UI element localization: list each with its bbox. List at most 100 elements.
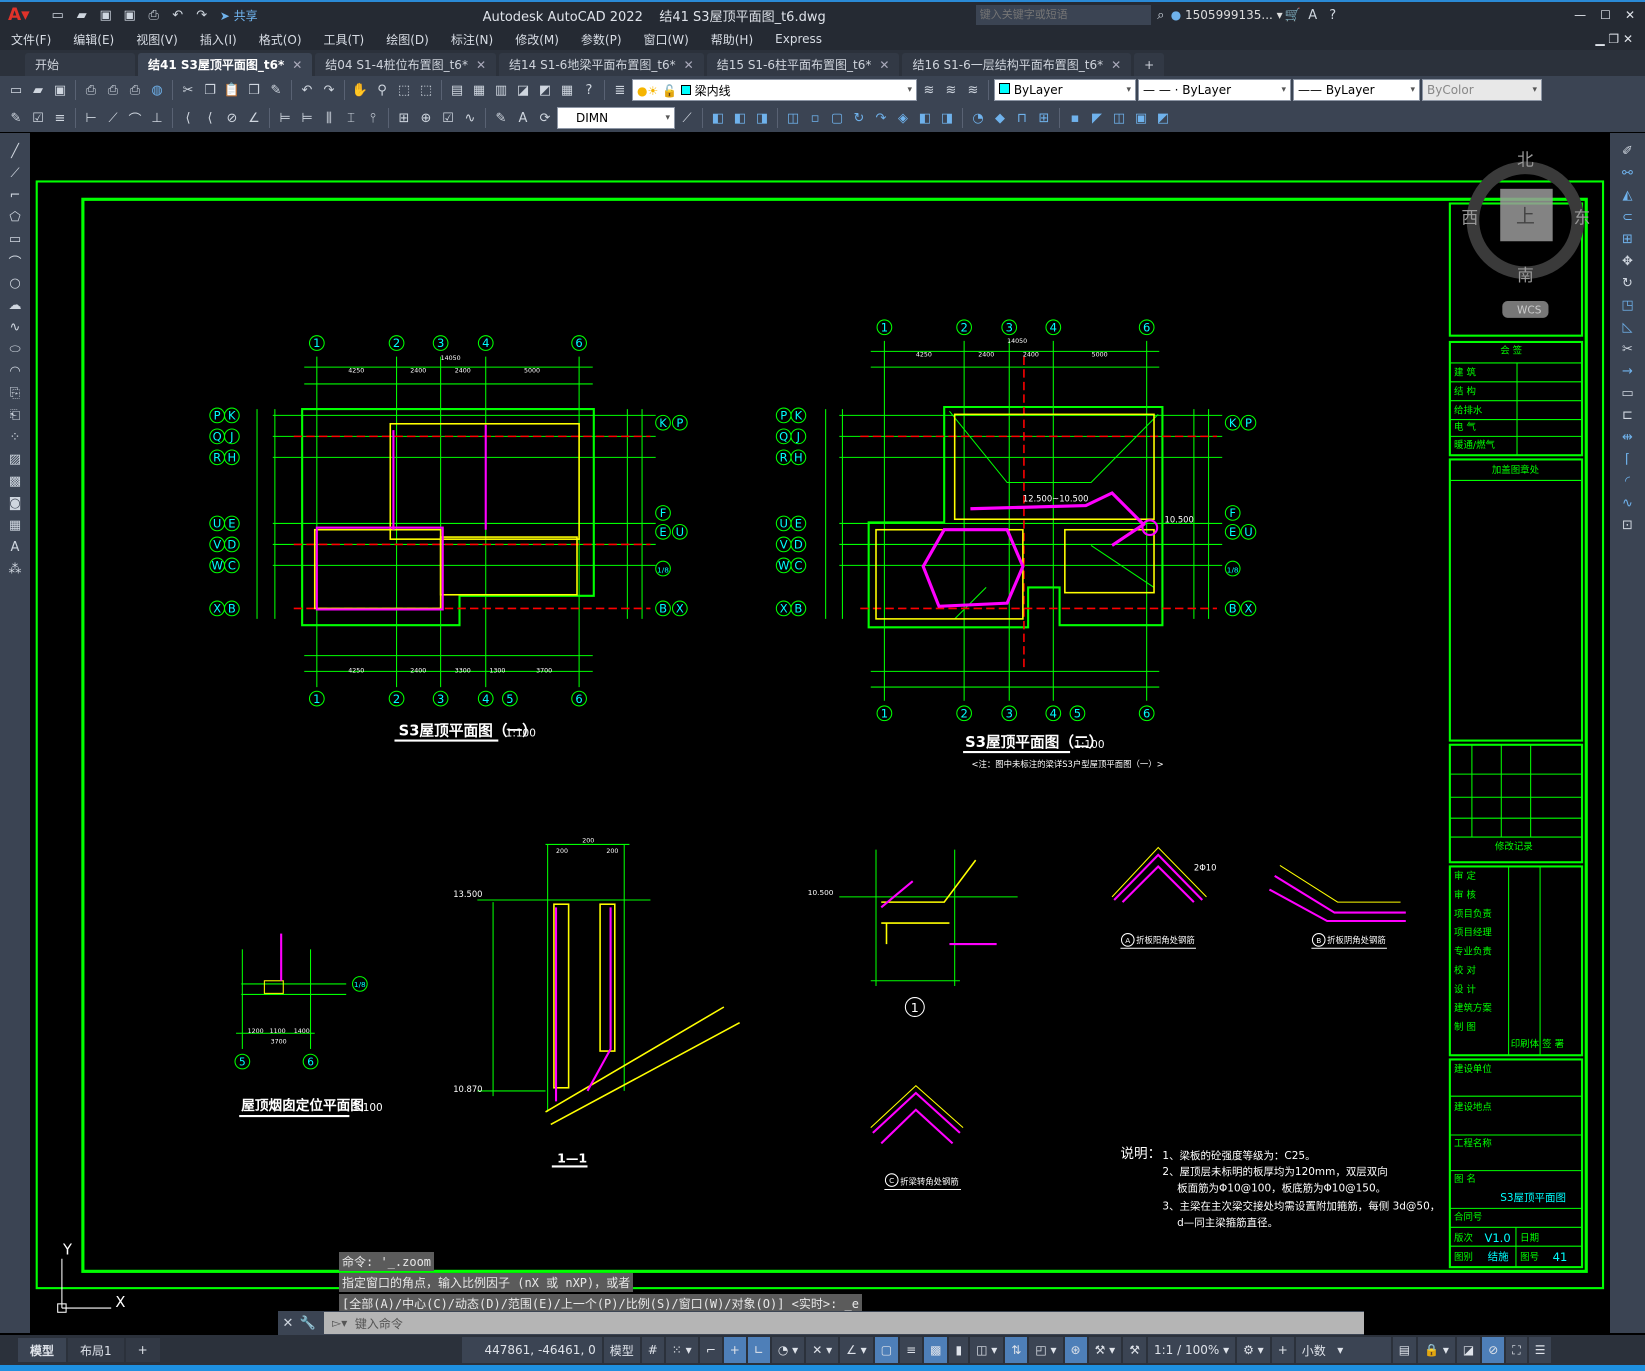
search-icon[interactable]: ⌕ xyxy=(1151,5,1171,25)
viewcube-east[interactable]: 东 xyxy=(1574,207,1591,227)
construction-line-icon[interactable]: ⟋ xyxy=(5,163,25,183)
cut-icon[interactable]: ✂ xyxy=(178,80,198,100)
close-button[interactable]: ✕ xyxy=(1625,8,1635,22)
infer-constraints-toggle[interactable]: ⌐ xyxy=(699,1337,722,1363)
dim-text-edit-icon[interactable]: A xyxy=(513,108,533,128)
maximize-button[interactable]: ☐ xyxy=(1600,8,1611,22)
transparency-toggle[interactable]: ▩ xyxy=(924,1337,948,1363)
dim-update-icon[interactable]: ⟳ xyxy=(535,108,555,128)
viewcube-west[interactable]: 西 xyxy=(1461,207,1478,227)
close-tab-icon[interactable]: ✕ xyxy=(476,58,486,72)
spline-icon[interactable]: ∿ xyxy=(5,317,25,337)
plotstyle-dropdown[interactable]: ByColor ▾ xyxy=(1422,79,1542,101)
break-icon[interactable]: ⊏ xyxy=(1618,405,1638,425)
menu-item[interactable]: 参数(P) xyxy=(570,31,633,48)
ortho-toggle[interactable]: ∟ xyxy=(747,1337,770,1363)
markup-icon[interactable]: ◩ xyxy=(535,80,555,100)
open-icon[interactable]: ▰ xyxy=(28,80,48,100)
menu-item[interactable]: Express xyxy=(764,32,833,46)
close-tab-icon[interactable]: ✕ xyxy=(684,58,694,72)
undo-icon[interactable]: ↶ xyxy=(168,5,188,25)
annotation-monitor[interactable]: + xyxy=(1271,1337,1294,1363)
fillet-icon[interactable]: ◔ xyxy=(968,108,988,128)
extend-icon[interactable]: ◨ xyxy=(937,108,957,128)
copy-object-icon[interactable]: ◧ xyxy=(730,108,750,128)
array-icon[interactable]: ⊞ xyxy=(1618,229,1638,249)
layer-previous-icon[interactable]: ≋ xyxy=(941,80,961,100)
add-layout-button[interactable]: + xyxy=(125,1338,160,1362)
erase-icon[interactable]: ✐ xyxy=(1618,141,1638,161)
mirror-icon[interactable]: ◨ xyxy=(752,108,772,128)
circle-icon[interactable]: ○ xyxy=(5,273,25,293)
user-account[interactable]: ● 1505999135... ▾ xyxy=(1171,8,1283,22)
center-mark-icon[interactable]: ⊕ xyxy=(416,108,436,128)
lock-ui-toggle[interactable]: 🔒 ▾ xyxy=(1418,1337,1455,1363)
plot-icon[interactable]: ⎙ xyxy=(144,5,164,25)
customization-menu[interactable]: ☰ xyxy=(1528,1337,1552,1363)
design-center-icon[interactable]: ▦ xyxy=(469,80,489,100)
menu-item[interactable]: 修改(M) xyxy=(504,31,570,48)
hatch-icon[interactable]: ▨ xyxy=(5,449,25,469)
tool-palettes-icon[interactable]: ▥ xyxy=(491,80,511,100)
dim-edit-icon[interactable]: ✎ xyxy=(491,108,511,128)
isolate-objects-toggle[interactable]: ◪ xyxy=(1456,1337,1481,1363)
menu-item[interactable]: 格式(O) xyxy=(248,31,313,48)
linear-dim-icon[interactable]: ⊢ xyxy=(81,108,101,128)
annotation-visibility-toggle[interactable]: ⚒ ▾ xyxy=(1088,1337,1122,1363)
cart-icon[interactable]: 🛒 xyxy=(1283,5,1303,25)
jogged-linear-icon[interactable]: ∿ xyxy=(460,108,480,128)
close-tab-icon[interactable]: ✕ xyxy=(292,58,302,72)
zoom-window-icon[interactable]: ⬚ xyxy=(394,80,414,100)
menu-item[interactable]: 文件(F) xyxy=(0,31,62,48)
layout-tab-model[interactable]: 模型 xyxy=(18,1338,67,1362)
angular-icon[interactable]: ∠ xyxy=(244,108,264,128)
rotate-icon[interactable]: ↻ xyxy=(1618,273,1638,293)
color-dropdown[interactable]: ByLayer ▾ xyxy=(994,79,1136,101)
polygon-icon[interactable]: ⬠ xyxy=(5,207,25,227)
update-icon[interactable]: ◩ xyxy=(1153,108,1173,128)
trim-icon[interactable]: ✂ xyxy=(1618,339,1638,359)
table-icon[interactable]: ▦ xyxy=(5,515,25,535)
snap-toggle[interactable]: ⁙ ▾ xyxy=(665,1337,698,1363)
quick-dim-icon[interactable]: ⊨ xyxy=(275,108,295,128)
model-space-button[interactable]: 模型 xyxy=(603,1337,640,1363)
polar-toggle[interactable]: ◔ ▾ xyxy=(771,1337,805,1363)
dynamic-ucs-toggle[interactable]: ⇅ xyxy=(1005,1337,1028,1363)
annotation-scale[interactable]: 1:1 / 100% ▾ xyxy=(1147,1337,1236,1363)
region-icon[interactable]: ◙ xyxy=(5,493,25,513)
array-icon[interactable]: ▫ xyxy=(805,108,825,128)
plot-preview-icon[interactable]: ⎙ xyxy=(103,80,123,100)
lineweight-toggle[interactable]: ≡ xyxy=(900,1337,923,1363)
viewcube-south[interactable]: 南 xyxy=(1517,265,1534,285)
autocad-logo-icon[interactable]: A▾ xyxy=(8,5,30,25)
file-tab[interactable]: 结04 S1-4桩位布置图_t6* ✕ xyxy=(315,53,497,76)
move-icon[interactable]: ✥ xyxy=(1618,251,1638,271)
space-icon[interactable]: ⌶ xyxy=(341,108,361,128)
trim-icon[interactable]: ◧ xyxy=(915,108,935,128)
scale-icon[interactable]: ↷ xyxy=(871,108,891,128)
point-icon[interactable]: ⁘ xyxy=(5,427,25,447)
move-icon[interactable]: ▢ xyxy=(827,108,847,128)
file-tab[interactable]: 结14 S1-6地梁平面布置图_t6* ✕ xyxy=(499,53,704,76)
copy-icon[interactable]: ⚯ xyxy=(1618,163,1638,183)
break-object-icon[interactable]: ◤ xyxy=(1087,108,1107,128)
stretch-icon[interactable]: ◺ xyxy=(1618,317,1638,337)
tolerance-icon[interactable]: ⊞ xyxy=(394,108,414,128)
3d-osnap-toggle[interactable]: ◫ ▾ xyxy=(970,1337,1004,1363)
minimize-button[interactable]: — xyxy=(1574,8,1586,22)
redo-icon[interactable]: ↷ xyxy=(192,5,212,25)
publish-icon[interactable]: ⎙ xyxy=(125,80,145,100)
undo-icon[interactable]: ↶ xyxy=(297,80,317,100)
mtext-icon[interactable]: A xyxy=(5,537,25,557)
command-input[interactable]: ▻▾ 键入命令 xyxy=(324,1312,1364,1334)
baseline-icon[interactable]: ⊨ xyxy=(297,108,317,128)
menu-item[interactable]: 标注(N) xyxy=(440,31,504,48)
paste-icon[interactable]: 📋 xyxy=(222,80,242,100)
layers-icon[interactable]: ≡ xyxy=(50,108,70,128)
properties-icon[interactable]: ▤ xyxy=(447,80,467,100)
selection-cycling-toggle[interactable]: ▮ xyxy=(949,1337,969,1363)
gizmo-toggle[interactable]: ⊛ xyxy=(1064,1337,1087,1363)
line-icon[interactable]: ╱ xyxy=(5,141,25,161)
make-layer-current-icon[interactable]: ≋ xyxy=(919,80,939,100)
match-properties-icon[interactable]: ✎ xyxy=(266,80,286,100)
